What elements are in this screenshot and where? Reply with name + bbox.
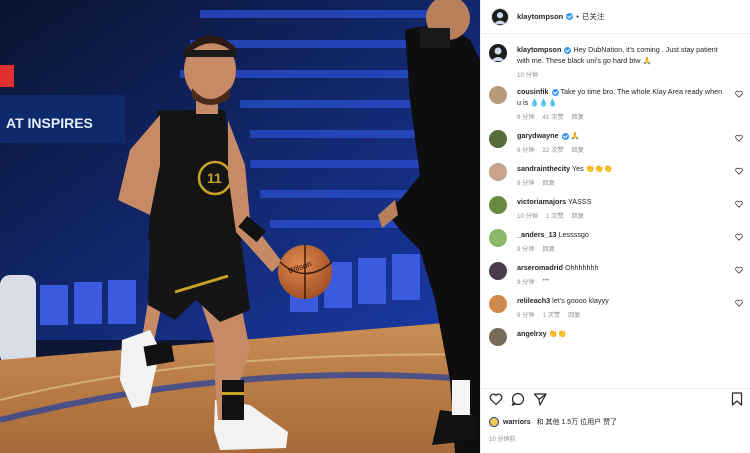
comment-likes[interactable]: 22 次赞: [543, 145, 564, 154]
like-comment-heart-icon[interactable]: [735, 299, 743, 307]
commenter-avatar[interactable]: [489, 328, 507, 346]
bookmark-save-icon[interactable]: [731, 392, 743, 406]
comment-username[interactable]: relileach3: [517, 296, 550, 305]
comment-time: 9 分钟: [517, 279, 535, 286]
jersey-number: 11: [207, 170, 222, 186]
comment-username[interactable]: sandrainthecity: [517, 164, 570, 173]
comment-likes[interactable]: 41 次赞: [543, 112, 564, 121]
author-username[interactable]: klaytompson: [517, 12, 563, 21]
reply-button[interactable]: 回复: [572, 145, 584, 154]
verified-badge-icon: [566, 13, 574, 20]
comment-likes[interactable]: 1 次赞: [543, 310, 561, 319]
author-avatar[interactable]: [491, 7, 509, 26]
verified-badge-icon: [561, 132, 569, 140]
comment-username[interactable]: arseromadrid: [517, 263, 563, 272]
avatar-image-icon: [493, 11, 507, 24]
comment-text: let's goooo klayyy: [552, 296, 609, 305]
avatar-image-icon: [491, 47, 505, 61]
commenter-avatar[interactable]: [489, 229, 507, 247]
caption-avatar[interactable]: [489, 44, 507, 62]
comment-likes[interactable]: 1 次赞: [546, 211, 564, 220]
post-timestamp[interactable]: 10 分钟前: [489, 434, 515, 443]
comment-row: victoriamajors YASSS 10 分钟 1 次赞 回复: [481, 196, 750, 220]
comment-row: _anders_13 Lessssgo 9 分钟 回复: [481, 229, 750, 253]
commenter-avatar[interactable]: [489, 86, 507, 104]
comment-time: 9 分钟: [517, 312, 535, 319]
verified-badge-icon: [564, 46, 572, 54]
comment-username[interactable]: angelrxy: [517, 329, 547, 338]
comment-time: 8 分钟: [517, 114, 535, 121]
share-send-icon[interactable]: [533, 392, 547, 406]
arena-banner-text: AT INSPIRES: [6, 115, 93, 131]
like-comment-heart-icon[interactable]: [735, 266, 743, 274]
comment-row: arseromadrid Ohhhhhhh 9 分钟 •••: [481, 262, 750, 286]
header-separator: •: [576, 12, 579, 21]
actions-divider: [481, 388, 750, 389]
comment-row: relileach3 let's goooo klayyy 9 分钟 1 次赞 回复: [481, 295, 750, 319]
basketball-photo-illustration: AT INSPIRES 11 Wilson: [0, 0, 480, 453]
likes-summary: warriors 和 其他 1.5万 位用户 赞了: [489, 417, 617, 427]
comment-username[interactable]: victoriamajors: [517, 197, 566, 206]
comment-username[interactable]: _anders_13: [517, 230, 557, 239]
comment-row: garydwayne 🙏 8 分钟 22 次赞 回复: [481, 130, 750, 154]
verified-badge-icon: [551, 88, 559, 96]
post-header: klaytompson • 已关注: [481, 0, 750, 34]
comment-time: 10 分钟: [517, 213, 538, 220]
comment-bubble-icon[interactable]: [511, 392, 525, 406]
comment-time: 9 分钟: [517, 180, 535, 187]
comment-text: 👏👏: [548, 329, 567, 338]
follow-status-button[interactable]: 已关注: [582, 11, 605, 22]
reply-button[interactable]: 回复: [543, 178, 555, 187]
caption: klaytompson Hey DubNation, it's coming .…: [481, 44, 750, 79]
like-comment-heart-icon[interactable]: [735, 90, 743, 98]
comment-row: sandrainthecity Yes 👏👏👏 9 分钟 回复: [481, 163, 750, 187]
post-sidebar: klaytompson • 已关注 klaytompson Hey DubNat…: [480, 0, 750, 453]
comment-time: 9 分钟: [517, 246, 535, 253]
comment-text: YASSS: [568, 197, 592, 206]
commenter-avatar[interactable]: [489, 295, 507, 313]
comment-text: Yes 👏👏👏: [572, 164, 613, 173]
liker-avatar[interactable]: [489, 417, 499, 427]
more-options-icon[interactable]: •••: [543, 277, 550, 286]
post-photo[interactable]: AT INSPIRES 11 Wilson: [0, 0, 480, 453]
reply-button[interactable]: 回复: [572, 112, 584, 121]
like-heart-icon[interactable]: [489, 392, 503, 406]
like-comment-heart-icon[interactable]: [735, 134, 743, 142]
like-comment-heart-icon[interactable]: [735, 200, 743, 208]
comment-username[interactable]: garydwayne: [517, 131, 559, 140]
likes-count-text[interactable]: 和 其他 1.5万 位用户 赞了: [537, 419, 618, 426]
caption-username[interactable]: klaytompson: [517, 45, 561, 54]
reply-button[interactable]: 回复: [572, 211, 584, 220]
comment-text: 🙏: [570, 131, 580, 140]
reply-button[interactable]: 回复: [568, 310, 580, 319]
commenter-avatar[interactable]: [489, 130, 507, 148]
comment-row: cousinfik Take yo time bro. The whole Kl…: [481, 86, 750, 121]
comments-list[interactable]: klaytompson Hey DubNation, it's coming .…: [481, 35, 750, 387]
comment-text: Lessssgo: [558, 230, 589, 239]
post-actions-bar: [489, 392, 743, 406]
like-comment-heart-icon[interactable]: [735, 167, 743, 175]
commenter-avatar[interactable]: [489, 196, 507, 214]
comment-text: Ohhhhhhh: [564, 263, 599, 272]
comment-row: angelrxy 👏👏: [481, 328, 750, 346]
comment-username[interactable]: cousinfik: [517, 87, 549, 96]
comment-time: 8 分钟: [517, 147, 535, 154]
commenter-avatar[interactable]: [489, 163, 507, 181]
reply-button[interactable]: 回复: [543, 244, 555, 253]
caption-time: 10 分钟: [517, 72, 538, 79]
like-comment-heart-icon[interactable]: [735, 233, 743, 241]
commenter-avatar[interactable]: [489, 262, 507, 280]
liker-username[interactable]: warriors: [503, 419, 531, 426]
